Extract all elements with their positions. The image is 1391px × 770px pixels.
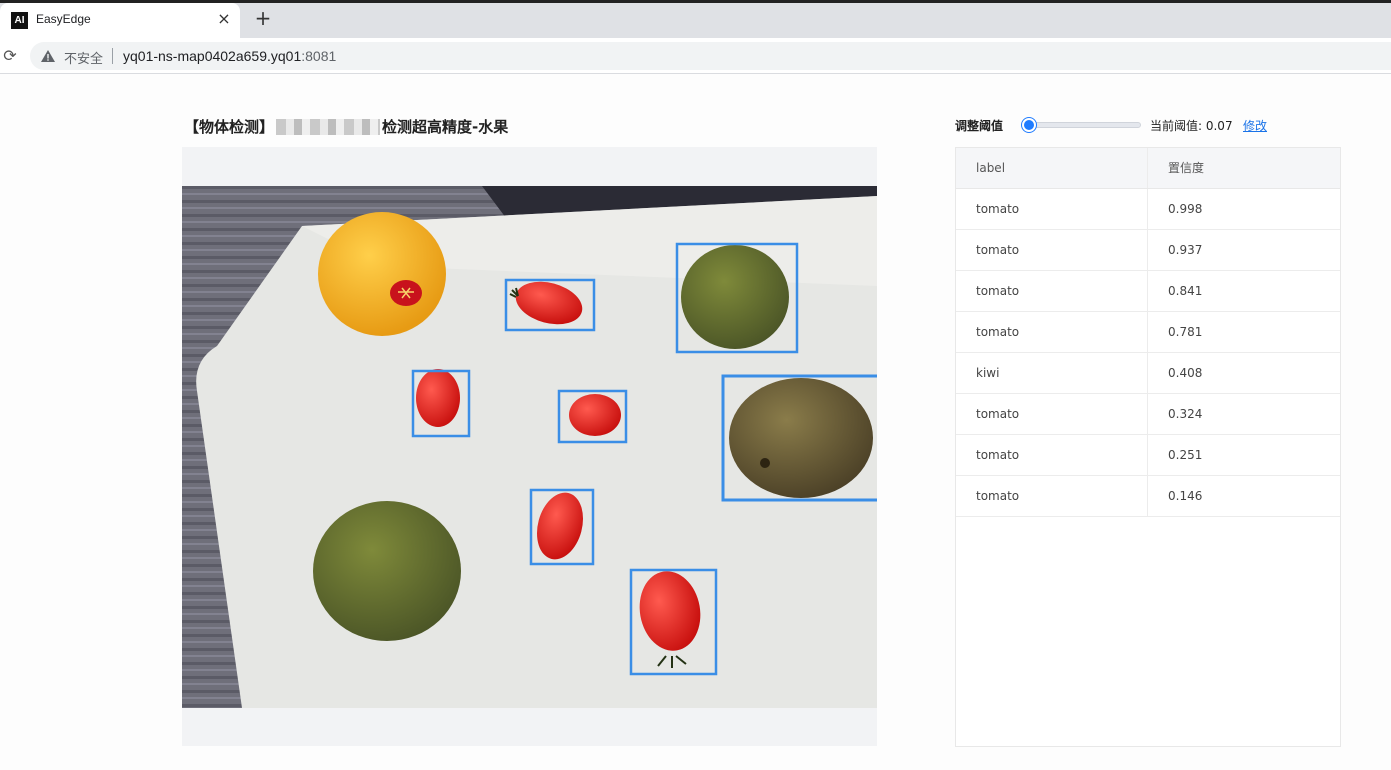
table-row: tomato 0.841 xyxy=(956,271,1340,312)
row-label: tomato xyxy=(956,189,1148,229)
table-header: label 置信度 xyxy=(956,148,1340,189)
table-row: tomato 0.324 xyxy=(956,394,1340,435)
detection-photo xyxy=(182,186,877,708)
url-host: yq01-ns-map0402a659.yq01 xyxy=(123,48,302,64)
browser-tab-bar: AI EasyEdge × + xyxy=(0,0,1391,38)
detection-photo-illustration xyxy=(182,186,877,708)
reload-icon[interactable]: ⟳ xyxy=(0,46,20,66)
page-title-suffix: 检测超高精度-水果 xyxy=(382,118,509,136)
security-status[interactable]: 不安全 xyxy=(64,48,103,67)
url-text[interactable]: yq01-ns-map0402a659.yq01:8081 xyxy=(123,48,336,64)
table-row: tomato 0.251 xyxy=(956,435,1340,476)
header-label: label xyxy=(956,148,1148,188)
modify-threshold-link[interactable]: 修改 xyxy=(1243,117,1267,134)
address-bar[interactable]: 不安全 yq01-ns-map0402a659.yq01:8081 xyxy=(30,42,1391,70)
table-row: tomato 0.781 xyxy=(956,312,1340,353)
threshold-label: 调整阈值 xyxy=(955,119,1004,133)
header-confidence: 置信度 xyxy=(1168,161,1205,175)
threshold-slider[interactable] xyxy=(1021,122,1141,128)
browser-tab[interactable]: AI EasyEdge × xyxy=(0,3,240,38)
redacted-text xyxy=(276,119,381,135)
row-score: 0.781 xyxy=(1168,325,1203,339)
row-label: tomato xyxy=(956,230,1148,270)
row-label: tomato xyxy=(956,394,1148,434)
row-label: tomato xyxy=(956,271,1148,311)
page-title: 【物体检测】 检测超高精度-水果 xyxy=(184,116,508,137)
new-tab-icon[interactable]: + xyxy=(252,7,274,29)
tab-favicon-icon: AI xyxy=(11,12,28,29)
warning-icon[interactable] xyxy=(40,48,56,64)
table-row: kiwi 0.408 xyxy=(956,353,1340,394)
page-title-prefix: 【物体检测】 xyxy=(184,118,275,136)
row-score: 0.937 xyxy=(1168,243,1203,257)
row-score: 0.146 xyxy=(1168,489,1203,503)
browser-toolbar: ⟳ 不安全 yq01-ns-map0402a659.yq01:8081 xyxy=(0,38,1391,74)
tab-title: EasyEdge xyxy=(36,12,91,26)
row-label: tomato xyxy=(956,476,1148,516)
detection-image-panel xyxy=(182,147,877,746)
table-row: tomato 0.937 xyxy=(956,230,1340,271)
current-threshold: 当前阈值: 0.07 xyxy=(1150,119,1233,133)
table-row: tomato 0.146 xyxy=(956,476,1340,517)
table-row: tomato 0.998 xyxy=(956,189,1340,230)
row-label: kiwi xyxy=(956,353,1148,393)
url-port: :8081 xyxy=(301,48,337,64)
row-score: 0.251 xyxy=(1168,448,1203,462)
tab-close-icon[interactable]: × xyxy=(214,9,234,29)
row-label: tomato xyxy=(956,435,1148,475)
row-score: 0.408 xyxy=(1168,366,1203,380)
row-score: 0.324 xyxy=(1168,407,1203,421)
address-separator xyxy=(112,48,113,64)
results-table: label 置信度 tomato 0.998 tomato 0.937 toma… xyxy=(955,147,1341,747)
threshold-slider-handle[interactable] xyxy=(1022,118,1037,132)
row-score: 0.998 xyxy=(1168,202,1203,216)
row-score: 0.841 xyxy=(1168,284,1203,298)
row-label: tomato xyxy=(956,312,1148,352)
